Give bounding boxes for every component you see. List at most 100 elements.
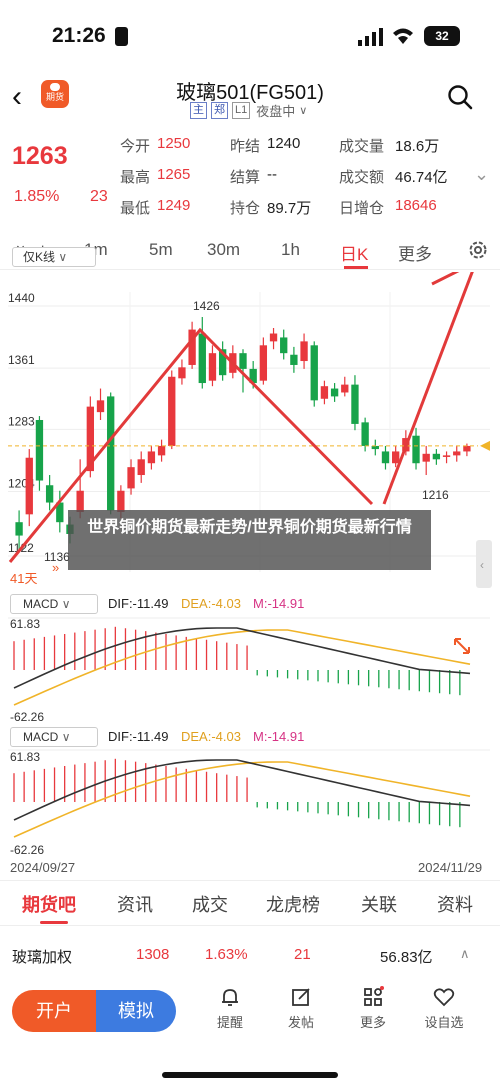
quote-label: 最低 xyxy=(120,200,151,217)
macd-m: M:-14.91 xyxy=(253,596,305,611)
tab-news[interactable]: 资讯 xyxy=(117,891,153,917)
weighted-index-row[interactable]: 玻璃加权 1308 1.63% 21 56.83亿 ∧ xyxy=(0,938,500,974)
candle-body xyxy=(381,451,390,464)
side-scroll-handle xyxy=(476,540,492,588)
candle-body xyxy=(280,337,288,354)
quote-label: 最高 xyxy=(120,169,151,186)
date-start: 2024/09/27 xyxy=(10,860,76,875)
candle-body xyxy=(96,400,105,413)
candle-body xyxy=(25,457,33,515)
contract-tags[interactable]: 主 郑 L1 夜盘中 ∨ xyxy=(190,100,307,120)
chevron-down-icon: ∨ xyxy=(299,104,308,117)
last-price: 1263 xyxy=(12,142,68,170)
tab-30m[interactable]: 30m xyxy=(207,240,240,260)
chevron-down-icon: ∨ xyxy=(61,730,71,744)
quote-value: 18646 xyxy=(395,197,437,214)
right-low-label: 1216 xyxy=(422,488,449,502)
tab-rankings[interactable]: 龙虎榜 xyxy=(266,891,320,917)
macd-indicator-label: MACD xyxy=(23,730,59,744)
search-icon[interactable] xyxy=(447,84,473,110)
edit-icon xyxy=(292,988,310,1006)
candle-body xyxy=(290,354,298,365)
candle-body xyxy=(117,490,125,512)
high-label: 1426 xyxy=(193,299,220,313)
quote-value: 1265 xyxy=(157,166,191,183)
quote-value: 1249 xyxy=(157,197,191,214)
tab-more[interactable]: 更多 xyxy=(398,240,432,265)
macd-dif: DIF:-11.49 xyxy=(108,596,169,611)
tab-profile[interactable]: 资料 xyxy=(437,891,473,917)
weighted-price: 1308 xyxy=(136,946,170,963)
macd-indicator-select-2[interactable]: MACD ∨ xyxy=(10,727,98,747)
tab-5m[interactable]: 5m xyxy=(149,240,173,260)
candle-body xyxy=(107,396,115,511)
candle-body xyxy=(412,435,420,464)
simulate-button[interactable]: 模拟 xyxy=(96,990,176,1032)
candle-body xyxy=(453,451,461,456)
tab-trades[interactable]: 成交 xyxy=(192,891,228,917)
quote-label: 成交量 xyxy=(339,138,385,155)
candle-body xyxy=(269,333,278,342)
candle-body xyxy=(157,445,166,456)
open-account-button[interactable]: 开户 xyxy=(12,990,96,1032)
macd-top-label: 61.83 xyxy=(10,750,41,764)
tab-1h[interactable]: 1h xyxy=(281,240,300,260)
candle-body xyxy=(300,341,308,362)
quote-value: 89.7万 xyxy=(267,200,312,217)
candle-body xyxy=(463,445,471,452)
days-label: 41天 xyxy=(10,571,37,586)
macd-indicator-select-1[interactable]: MACD ∨ xyxy=(10,594,98,614)
candle-body xyxy=(15,522,23,536)
candle-body xyxy=(422,453,430,462)
tab-daily-k[interactable]: 日K xyxy=(340,240,368,265)
heart-icon xyxy=(433,988,455,1007)
quote-label: 持仓 xyxy=(230,200,261,217)
chevron-down-icon: ∨ xyxy=(61,597,71,611)
session-status: 夜盘中 xyxy=(256,103,296,119)
candle-body xyxy=(432,453,441,460)
weighted-pct: 1.63% xyxy=(205,946,248,963)
macd-indicator-label: MACD xyxy=(23,597,59,611)
home-indicator xyxy=(162,1072,338,1078)
candle-body xyxy=(259,345,268,381)
macd-bottom-label: -62.26 xyxy=(10,843,45,857)
quote-label: 日增仓 xyxy=(339,200,385,217)
change-amount: 23 xyxy=(90,188,108,205)
macd-dea: DEA:-4.03 xyxy=(181,729,241,744)
weighted-name: 玻璃加权 xyxy=(12,949,73,966)
candle-body xyxy=(208,353,217,381)
candle-body xyxy=(45,485,54,503)
macd-m: M:-14.91 xyxy=(253,729,305,744)
candle-body xyxy=(198,333,206,384)
quote-value: 18.6万 xyxy=(395,138,440,155)
expand-icon[interactable]: ⌄ xyxy=(474,164,489,185)
status-time: 21:26 xyxy=(52,24,106,47)
bell-icon xyxy=(222,989,238,1006)
sim-card-icon xyxy=(115,27,128,46)
y-axis-label: 1440 xyxy=(8,291,35,305)
nav-more[interactable]: 更多 xyxy=(343,986,403,1031)
tab-related[interactable]: 关联 xyxy=(361,891,397,917)
quote-label: 昨结 xyxy=(230,138,261,155)
macd-top-label: 61.83 xyxy=(10,617,41,631)
battery-icon: 32 xyxy=(424,26,460,46)
expand-arrows-icon[interactable] xyxy=(452,636,472,656)
quote-label: 结算 xyxy=(230,169,261,186)
quote-value: 46.74亿 xyxy=(395,169,448,186)
nav-alert[interactable]: 提醒 xyxy=(200,986,260,1031)
quote-label: 今开 xyxy=(120,138,151,155)
macd-dif: DIF:-11.49 xyxy=(108,729,169,744)
gear-icon[interactable] xyxy=(466,238,490,262)
cellular-signal-icon xyxy=(358,28,383,46)
candle-body xyxy=(239,353,247,369)
nav-add-watchlist[interactable]: 设自选 xyxy=(414,986,474,1031)
candle-body xyxy=(330,388,339,397)
tag-exchange: 郑 xyxy=(211,101,228,119)
tab-forum[interactable]: 期货吧 xyxy=(22,891,76,917)
candle-body xyxy=(137,459,145,476)
chevron-up-icon[interactable]: ∧ xyxy=(460,946,470,962)
chevron-down-icon: ∨ xyxy=(58,250,68,264)
nav-post[interactable]: 发帖 xyxy=(271,986,331,1031)
kline-mode-select[interactable]: 仅K线 ∨ xyxy=(12,247,96,267)
candle-body xyxy=(341,384,349,393)
